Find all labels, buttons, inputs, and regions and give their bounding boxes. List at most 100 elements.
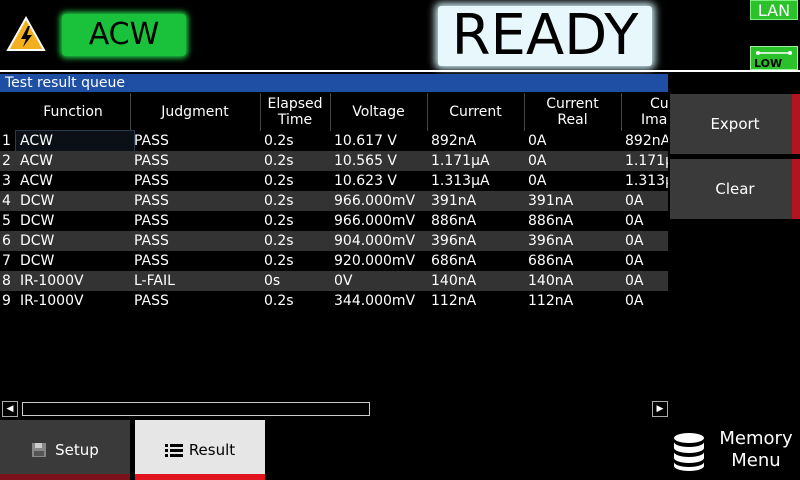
- cell-function: ACW: [20, 173, 53, 189]
- cell-current: 686nA: [431, 253, 477, 269]
- table-row[interactable]: 8 IR-1000V L-FAIL 0s 0V 140nA 140nA 0A: [0, 271, 668, 291]
- cell-judgment: PASS: [134, 293, 169, 309]
- disk-icon: [32, 443, 47, 457]
- low-ground-indicator: LOW: [750, 46, 798, 70]
- memory-label: Memory: [719, 428, 793, 449]
- cell-judgment: PASS: [134, 133, 169, 149]
- table-row[interactable]: 4 DCW PASS 0.2s 966.000mV 391nA 391nA 0A: [0, 191, 668, 211]
- column-label: Judgment: [161, 104, 229, 120]
- horizontal-scrollbar[interactable]: ◀ ▶: [2, 401, 669, 417]
- row-number: 9: [2, 293, 11, 309]
- column-header-current-imaginary[interactable]: Current Imaginary: [621, 93, 668, 131]
- high-voltage-warning-icon: [6, 14, 46, 54]
- menu-label: Menu: [731, 450, 781, 471]
- scroll-left-icon[interactable]: ◀: [2, 401, 18, 417]
- cell-judgment: L-FAIL: [134, 273, 175, 289]
- column-header-function[interactable]: Function: [16, 93, 131, 131]
- tab-underline: [0, 474, 130, 480]
- cell-time: 0.2s: [264, 193, 294, 209]
- cell-function: DCW: [20, 233, 55, 249]
- cell-imag: 1.171µA: [625, 153, 668, 169]
- export-label: Export: [710, 115, 760, 133]
- cell-real: 140nA: [528, 273, 574, 289]
- column-label: Current: [449, 104, 502, 120]
- tab-result[interactable]: Result: [135, 420, 265, 480]
- row-number: 4: [2, 193, 11, 209]
- tab-setup-label: Setup: [55, 441, 99, 459]
- cell-time: 0.2s: [264, 293, 294, 309]
- button-accent: [792, 159, 800, 219]
- cell-judgment: PASS: [134, 153, 169, 169]
- cell-voltage: 10.623 V: [334, 173, 398, 189]
- export-button[interactable]: Export: [670, 94, 800, 154]
- status-display: READY: [438, 6, 652, 66]
- cell-real: 396nA: [528, 233, 574, 249]
- cell-real: 112nA: [528, 293, 574, 309]
- table-row[interactable]: 9 IR-1000V PASS 0.2s 344.000mV 112nA 112nA 0A: [0, 291, 668, 311]
- column-label: Current Imaginary: [641, 96, 668, 128]
- cell-time: 0.2s: [264, 233, 294, 249]
- table-row[interactable]: 6 DCW PASS 0.2s 904.000mV 396nA 396nA 0A: [0, 231, 668, 251]
- cell-function: ACW: [15, 130, 135, 152]
- row-number: 8: [2, 273, 11, 289]
- column-header-current[interactable]: Current: [427, 93, 525, 131]
- cell-judgment: PASS: [134, 213, 169, 229]
- cell-current: 396nA: [431, 233, 477, 249]
- cell-imag: 0A: [625, 253, 644, 269]
- cell-judgment: PASS: [134, 193, 169, 209]
- memory-menu-button[interactable]: Memory Menu: [672, 428, 798, 476]
- cell-voltage: 10.565 V: [334, 153, 398, 169]
- clear-label: Clear: [715, 180, 755, 198]
- row-number: 2: [2, 153, 11, 169]
- cell-real: 0A: [528, 153, 547, 169]
- scrollbar-thumb[interactable]: [22, 402, 370, 416]
- cell-real: 0A: [528, 173, 547, 189]
- table-row[interactable]: 1 ACW PASS 0.2s 10.617 V 892nA 0A 892nA: [0, 130, 668, 152]
- cell-imag: 0A: [625, 193, 644, 209]
- cell-current: 892nA: [431, 133, 477, 149]
- tab-underline: [135, 474, 265, 480]
- table-row[interactable]: 7 DCW PASS 0.2s 920.000mV 686nA 686nA 0A: [0, 251, 668, 271]
- cell-voltage: 0V: [334, 273, 353, 289]
- column-header-judgment[interactable]: Judgment: [130, 93, 261, 131]
- table-row[interactable]: 5 DCW PASS 0.2s 966.000mV 886nA 886nA 0A: [0, 211, 668, 231]
- column-label: Voltage: [352, 104, 405, 120]
- cell-current: 886nA: [431, 213, 477, 229]
- cell-current: 112nA: [431, 293, 477, 309]
- result-table[interactable]: Function Judgment Elapsed Time Voltage C…: [0, 93, 668, 396]
- cell-voltage: 10.617 V: [334, 133, 398, 149]
- cell-judgment: PASS: [134, 173, 169, 189]
- table-row[interactable]: 3 ACW PASS 0.2s 10.623 V 1.313µA 0A 1.313µA: [0, 171, 668, 191]
- cell-imag: 0A: [625, 233, 644, 249]
- row-number: 6: [2, 233, 11, 249]
- cell-time: 0.2s: [264, 153, 294, 169]
- column-label: Function: [43, 104, 103, 120]
- row-number: 3: [2, 173, 11, 189]
- database-icon: [674, 433, 704, 471]
- mode-indicator[interactable]: ACW: [62, 14, 186, 56]
- queue-title: Test result queue: [0, 74, 668, 92]
- table-row[interactable]: 2 ACW PASS 0.2s 10.565 V 1.171µA 0A 1.171µA: [0, 151, 668, 171]
- tab-setup[interactable]: Setup: [0, 420, 130, 480]
- header-divider: [0, 70, 800, 72]
- row-number: 7: [2, 253, 11, 269]
- cell-time: 0.2s: [264, 173, 294, 189]
- cell-time: 0.2s: [264, 253, 294, 269]
- scroll-right-icon[interactable]: ▶: [652, 401, 668, 417]
- column-header-voltage[interactable]: Voltage: [330, 93, 428, 131]
- low-label: LOW: [754, 57, 783, 70]
- cell-imag: 892nA: [625, 133, 668, 149]
- clear-button[interactable]: Clear: [670, 159, 800, 219]
- cell-judgment: PASS: [134, 253, 169, 269]
- cell-voltage: 920.000mV: [334, 253, 416, 269]
- lan-indicator: LAN: [750, 0, 798, 20]
- cell-voltage: 904.000mV: [334, 233, 416, 249]
- column-header-current-real[interactable]: Current Real: [524, 93, 622, 131]
- cell-function: ACW: [20, 153, 53, 169]
- cell-time: 0.2s: [264, 133, 294, 149]
- cell-current: 391nA: [431, 193, 477, 209]
- column-header-elapsed-time[interactable]: Elapsed Time: [260, 93, 331, 131]
- cell-voltage: 966.000mV: [334, 193, 416, 209]
- cell-voltage: 344.000mV: [334, 293, 416, 309]
- cell-real: 886nA: [528, 213, 574, 229]
